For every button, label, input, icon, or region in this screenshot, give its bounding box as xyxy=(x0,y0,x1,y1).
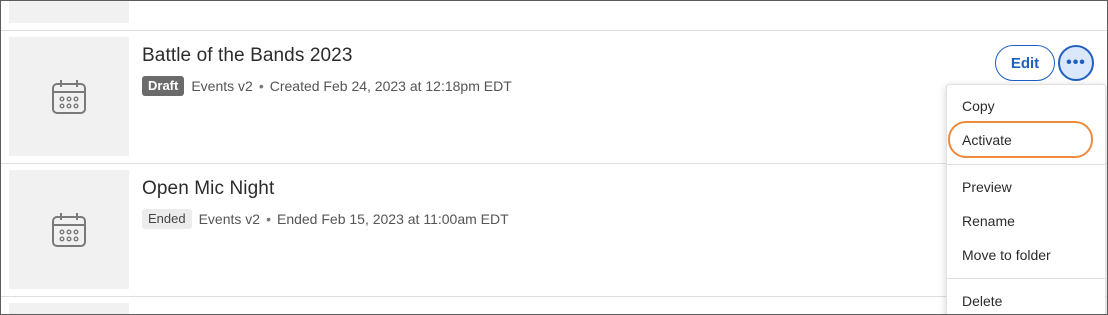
menu-divider xyxy=(947,278,1105,279)
menu-item-rename[interactable]: Rename xyxy=(947,204,1105,238)
status-badge: Draft xyxy=(142,76,185,96)
item-thumbnail xyxy=(9,170,129,289)
list-item[interactable]: Battle of the Bands 2023 Draft Events v2… xyxy=(1,31,1107,164)
calendar-icon xyxy=(52,79,86,114)
ellipsis-icon[interactable]: ••• xyxy=(1058,45,1094,81)
list-item-partial-bottom xyxy=(1,297,1107,314)
meta-separator: • xyxy=(258,78,264,94)
menu-item-delete[interactable]: Delete xyxy=(947,284,1105,314)
list-item-partial-top xyxy=(1,1,1107,31)
item-thumbnail xyxy=(9,37,129,156)
list-item[interactable]: Open Mic Night Ended Events v2 • Ended F… xyxy=(1,164,1107,297)
item-meta: Ended Events v2 • Ended Feb 15, 2023 at … xyxy=(142,209,509,229)
actions-menu: Copy Activate Preview Rename Move to fol… xyxy=(946,84,1106,314)
item-thumbnail xyxy=(9,1,129,23)
edit-button[interactable]: Edit xyxy=(995,45,1055,81)
item-thumbnail xyxy=(9,303,129,314)
item-title[interactable]: Open Mic Night xyxy=(142,178,274,200)
status-badge: Ended xyxy=(142,209,192,229)
menu-item-move-to-folder[interactable]: Move to folder xyxy=(947,238,1105,272)
menu-item-activate[interactable]: Activate xyxy=(947,123,1105,157)
item-detail: Ended Feb 15, 2023 at 11:00am EDT xyxy=(276,211,509,227)
meta-separator: • xyxy=(266,211,271,227)
calendar-icon xyxy=(52,212,86,247)
item-type: Events v2 xyxy=(191,78,253,94)
item-type: Events v2 xyxy=(198,211,261,227)
item-detail: Created Feb 24, 2023 at 12:18pm EDT xyxy=(269,78,512,94)
menu-divider xyxy=(947,164,1105,165)
campaign-list: Battle of the Bands 2023 Draft Events v2… xyxy=(0,0,1108,315)
menu-item-copy[interactable]: Copy xyxy=(947,89,1105,123)
menu-item-preview[interactable]: Preview xyxy=(947,170,1105,204)
item-title[interactable]: Battle of the Bands 2023 xyxy=(142,45,353,67)
item-meta: Draft Events v2 • Created Feb 24, 2023 a… xyxy=(142,76,512,96)
